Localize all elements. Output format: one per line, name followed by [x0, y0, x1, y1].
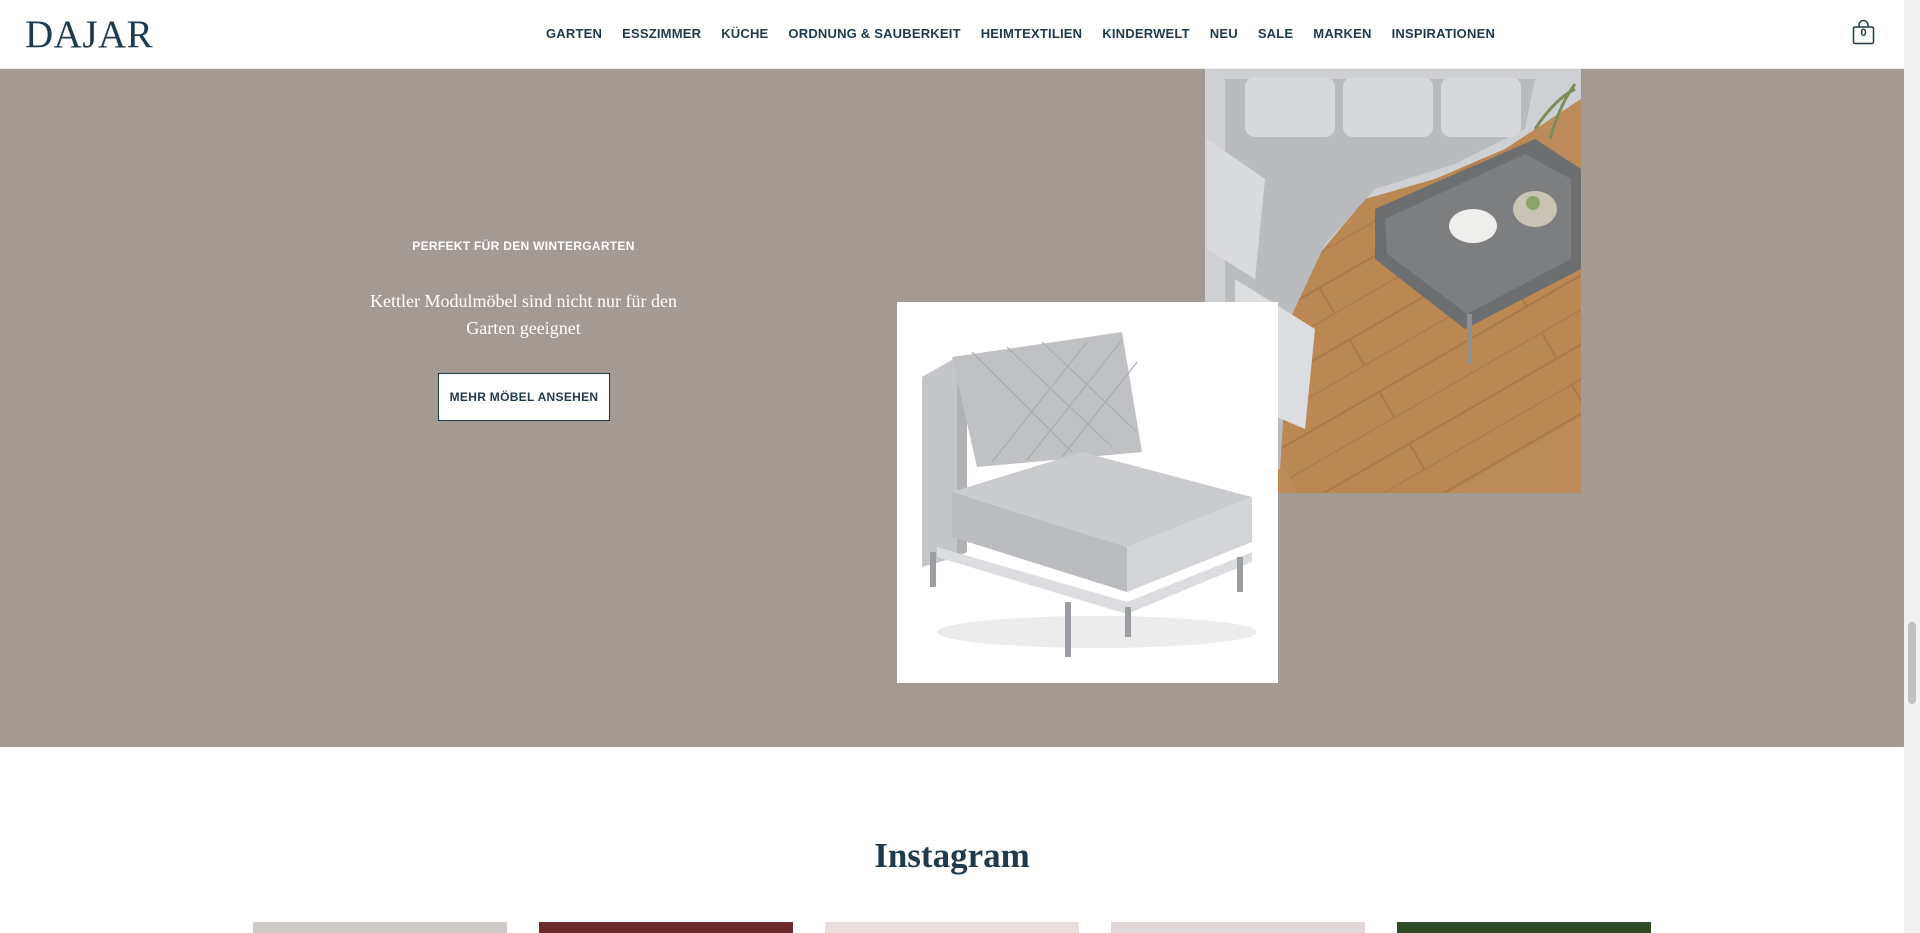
- scrollbar-thumb[interactable]: [1908, 622, 1916, 704]
- nav-item-inspirationen[interactable]: INSPIRATIONEN: [1392, 26, 1495, 41]
- instagram-feed: [253, 922, 1651, 933]
- hero-eyebrow: PERFEKT FÜR DEN WINTERGARTEN: [412, 239, 635, 253]
- site-header: DAJAR GARTEN ESSZIMMER KÜCHE ORDNUNG & S…: [0, 0, 1904, 69]
- more-furniture-button[interactable]: MEHR MÖBEL ANSEHEN: [438, 373, 610, 421]
- wintergarten-hero: PERFEKT FÜR DEN WINTERGARTEN Kettler Mod…: [0, 69, 1904, 747]
- instagram-post[interactable]: [253, 922, 507, 933]
- nav-item-neu[interactable]: NEU: [1210, 26, 1238, 41]
- instagram-post[interactable]: [1111, 922, 1365, 933]
- instagram-post[interactable]: [825, 922, 1079, 933]
- hero-headline: Kettler Modulmöbel sind nicht nur für de…: [370, 291, 677, 338]
- nav-item-garten[interactable]: GARTEN: [546, 26, 602, 41]
- cart-button[interactable]: 0: [1852, 19, 1875, 45]
- instagram-heading: Instagram: [874, 836, 1030, 875]
- nav-item-marken[interactable]: MARKEN: [1313, 26, 1371, 41]
- nav-item-heimtextilien[interactable]: HEIMTEXTILIEN: [981, 26, 1083, 41]
- cart-count-badge: 0: [1860, 27, 1867, 39]
- nav-item-ordnung-sauberkeit[interactable]: ORDNUNG & SAUBERKEIT: [788, 26, 960, 41]
- dajar-logo[interactable]: DAJAR: [25, 12, 153, 57]
- modular-chair-image: [897, 302, 1278, 683]
- instagram-post[interactable]: [1397, 922, 1651, 933]
- nav-item-esszimmer[interactable]: ESSZIMMER: [622, 26, 701, 41]
- nav-item-kueche[interactable]: KÜCHE: [721, 26, 768, 41]
- main-nav: GARTEN ESSZIMMER KÜCHE ORDNUNG & SAUBERK…: [546, 26, 1515, 41]
- nav-item-sale[interactable]: SALE: [1258, 26, 1293, 41]
- page-scrollbar[interactable]: [1904, 0, 1920, 933]
- nav-item-kinderwelt[interactable]: KINDERWELT: [1102, 26, 1189, 41]
- instagram-post[interactable]: [539, 922, 793, 933]
